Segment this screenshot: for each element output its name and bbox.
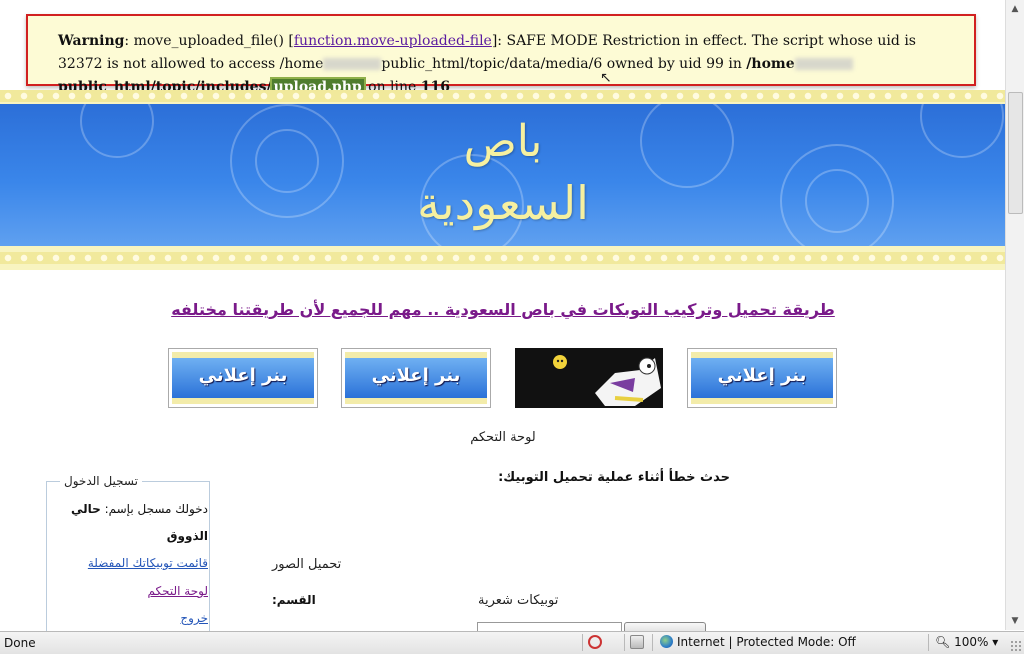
scrollbar-thumb[interactable] [1008, 92, 1023, 214]
section-value: توبيكات شعرية [478, 593, 559, 608]
banner-bottom-dots [0, 254, 1006, 262]
cartoon-ad-image[interactable] [515, 348, 663, 408]
resize-grip-icon[interactable] [1010, 640, 1022, 652]
status-separator [652, 634, 653, 651]
ad-banner[interactable]: بنر إعلاني [687, 348, 837, 408]
ad-banner-label: بنر إعلاني [371, 365, 461, 386]
function-link[interactable]: function.move-uploaded-file [294, 33, 492, 49]
banner-sky: باص السعودية [0, 104, 1006, 246]
upload-error-message: حدث خطأ أثناء عملية تحميل التوبيك: [498, 470, 730, 485]
security-zone-text: Internet | Protected Mode: Off [677, 635, 856, 649]
status-separator [582, 634, 583, 651]
username: حالي [70, 502, 101, 516]
ad-banner[interactable]: بنر إعلاني [168, 348, 318, 408]
php-warning-box: Warning: move_uploaded_file() [function.… [26, 14, 976, 97]
popup-blocker-icon[interactable] [588, 635, 602, 649]
scroll-up-arrow-icon[interactable]: ▲ [1008, 2, 1022, 16]
ad-banner[interactable]: بنر إعلاني [341, 348, 491, 408]
login-sidebar-title: تسجيل الدخول [60, 474, 142, 488]
scroll-down-arrow-icon[interactable]: ▼ [1008, 614, 1022, 628]
upload-images-label: تحميل الصور [272, 557, 342, 572]
globe-icon [660, 635, 673, 648]
warning-text-1: : move_uploaded_file() [ [124, 33, 294, 49]
logged-in-row: دخولك مسجل بإسم: حالي [71, 502, 208, 516]
logged-in-label: دخولك مسجل بإسم: [104, 502, 208, 516]
banner-title-line2: السعودية [417, 176, 589, 230]
taste-label: الذووق [166, 529, 208, 543]
php-warning-text: Warning: move_uploaded_file() [function.… [58, 30, 958, 99]
status-separator [928, 634, 929, 651]
control-panel-link[interactable]: لوحة التحكم [148, 584, 209, 598]
ad-banner-label: بنر إعلاني [198, 365, 288, 386]
browser-status-bar: Done Internet | Protected Mode: Off 🔍︎ 1… [0, 631, 1024, 654]
path-part-1: /home [746, 56, 795, 72]
mouse-cursor-icon: ↖ [600, 70, 612, 86]
status-separator [624, 634, 625, 651]
status-text: Done [4, 636, 36, 650]
zoom-control[interactable]: 🔍︎ 100% ▾ [935, 635, 998, 649]
section-label: القسم: [272, 593, 316, 607]
headline-link[interactable]: طريقة تحميل وتركيب التوبكات في باص السعو… [0, 300, 1006, 319]
control-panel-title: لوحة التحكم [470, 430, 536, 445]
logout-link[interactable]: خروج [180, 611, 208, 625]
banner-top-dots [0, 92, 1006, 100]
php-warning-area: Warning: move_uploaded_file() [function.… [0, 0, 1006, 97]
page-icon[interactable] [630, 635, 644, 649]
vertical-scrollbar[interactable]: ▲ ▼ [1005, 0, 1024, 630]
warning-text-3: public_html/topic/data/media/6 owned by … [381, 56, 747, 72]
redacted-username [323, 58, 382, 70]
security-zone[interactable]: Internet | Protected Mode: Off [660, 635, 856, 649]
zoom-level: 100% [954, 635, 989, 649]
favorites-link[interactable]: قائمت توبيكاتك المفضلة [88, 556, 208, 570]
site-banner: باص السعودية [0, 90, 1006, 270]
banner-title-line1: باص [463, 116, 543, 167]
redacted-username-2 [794, 58, 853, 70]
zoom-icon: 🔍︎ [935, 635, 951, 649]
warning-label: Warning [58, 33, 125, 49]
ad-banner-label: بنر إعلاني [717, 365, 807, 386]
